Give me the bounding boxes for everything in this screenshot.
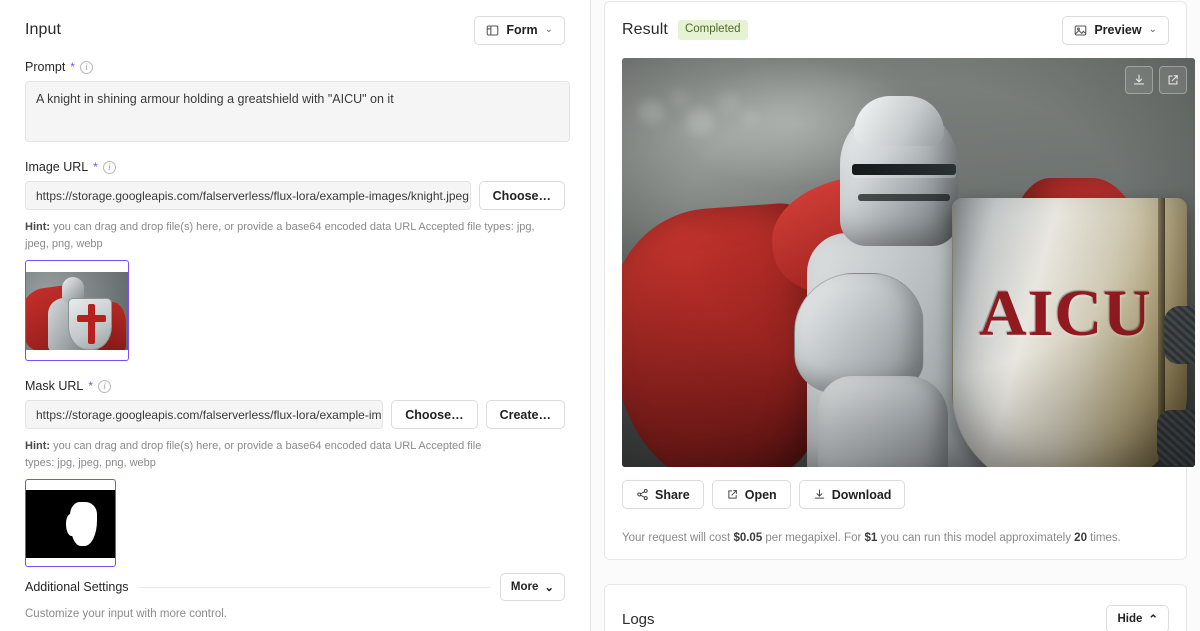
mask-url-label-text: Mask URL xyxy=(25,379,84,393)
hint-label: Hint: xyxy=(25,440,51,452)
image-overlay-actions xyxy=(1125,66,1187,94)
image-icon xyxy=(1074,24,1087,37)
hint-text: you can drag and drop file(s) here, or p… xyxy=(25,440,482,469)
required-asterisk: * xyxy=(93,160,98,174)
external-link-icon xyxy=(726,488,739,501)
page-title: Input xyxy=(25,21,62,38)
download-button[interactable]: Download xyxy=(798,480,906,509)
image-choose-button[interactable]: Choose… xyxy=(478,181,565,210)
chevron-down-icon: ⌄ xyxy=(1148,24,1157,35)
input-panel: Input Form ⌄ Prompt* i A knight in shin xyxy=(0,0,591,631)
divider xyxy=(138,586,490,588)
additional-settings-row: Additional Settings More ⌄ xyxy=(25,573,565,601)
download-icon[interactable] xyxy=(1125,66,1153,94)
more-settings-label: More xyxy=(510,581,539,593)
prompt-field: Prompt * i A knight in shining armour hol… xyxy=(25,60,570,142)
chevron-up-icon: ⌃ xyxy=(1148,614,1158,626)
result-card: Result Completed Preview ⌄ Share Open Do… xyxy=(604,1,1195,560)
prompt-label-text: Prompt xyxy=(25,60,66,74)
image-vignette xyxy=(622,58,1195,467)
mask-url-input[interactable]: https://storage.googleapis.com/falserver… xyxy=(25,400,384,429)
app-root: Input Form ⌄ Prompt* i A knight in shin xyxy=(0,0,1200,631)
result-image[interactable]: AICU xyxy=(622,58,1195,467)
hint-text: you can drag and drop file(s) here, or p… xyxy=(25,221,535,250)
additional-settings-section: Additional Settings More ⌄ Customize you… xyxy=(25,573,565,620)
image-url-label-text: Image URL xyxy=(25,160,89,174)
share-icon xyxy=(636,488,649,501)
preview-view-button-label: Preview xyxy=(1094,22,1142,37)
required-asterisk: * xyxy=(88,379,94,393)
logs-title: Logs xyxy=(622,610,655,628)
mask-url-input-row: https://storage.googleapis.com/falserver… xyxy=(25,400,565,429)
info-icon[interactable]: i xyxy=(102,160,116,174)
input-panel-header: Input Form ⌄ xyxy=(25,0,565,52)
form-view-button[interactable]: Form ⌄ xyxy=(474,15,565,45)
status-badge: Completed xyxy=(677,20,748,40)
cost-note-part1: Your request will cost xyxy=(622,532,734,544)
logs-card: Logs Hide ⌃ xyxy=(604,584,1187,631)
additional-settings-subtitle: Customize your input with more control. xyxy=(25,608,227,620)
open-external-icon[interactable] xyxy=(1159,66,1187,94)
info-icon[interactable]: i xyxy=(98,379,112,393)
image-url-input[interactable]: https://storage.googleapis.com/falserver… xyxy=(25,181,471,210)
result-action-buttons: Share Open Download xyxy=(622,480,1169,509)
mask-create-button[interactable]: Create… xyxy=(485,400,565,429)
logs-hide-label: Hide xyxy=(1117,613,1143,625)
chevron-down-icon: ⌄ xyxy=(544,24,553,35)
cost-dollar: $1 xyxy=(864,532,878,544)
result-title: Result xyxy=(622,20,668,38)
cost-note-part3: you can run this model approximately xyxy=(877,532,1075,544)
open-button[interactable]: Open xyxy=(711,480,791,509)
result-panel: Result Completed Preview ⌄ Share Open Do… xyxy=(591,0,1200,631)
mask-url-field: Mask URL * i https://storage.googleapis.c… xyxy=(25,379,565,567)
mask-thumbnail-art xyxy=(26,490,115,558)
image-url-hint: Hint: you can drag and drop file(s) here… xyxy=(25,219,555,252)
mask-url-hint: Hint: you can drag and drop file(s) here… xyxy=(25,438,485,471)
form-view-button-label: Form xyxy=(506,22,538,37)
additional-settings-title: Additional Settings xyxy=(25,580,129,594)
result-header-left: Result Completed xyxy=(622,20,748,40)
cost-note-part4: times. xyxy=(1086,532,1121,544)
open-button-label: Open xyxy=(744,487,777,502)
download-button-label: Download xyxy=(831,487,892,502)
chevron-down-icon: ⌄ xyxy=(544,582,554,594)
image-url-field: Image URL * i https://storage.googleapis.… xyxy=(25,160,565,361)
mask-url-label: Mask URL * i xyxy=(25,379,565,393)
mask-choose-button[interactable]: Choose… xyxy=(391,400,478,429)
cost-note: Your request will cost $0.05 per megapix… xyxy=(622,532,1169,544)
preview-view-button[interactable]: Preview ⌄ xyxy=(1062,15,1169,45)
required-asterisk: * xyxy=(70,60,75,74)
knight-thumbnail-art xyxy=(26,272,128,350)
cost-price: $0.05 xyxy=(733,532,763,544)
logs-hide-button[interactable]: Hide ⌃ xyxy=(1106,605,1169,631)
layout-icon xyxy=(486,24,499,37)
result-card-header: Result Completed Preview ⌄ xyxy=(622,2,1169,58)
share-button[interactable]: Share xyxy=(622,480,704,509)
cost-note-part2: per megapixel. For xyxy=(762,532,865,544)
info-icon[interactable]: i xyxy=(79,60,93,74)
prompt-label: Prompt * i xyxy=(25,60,565,74)
share-button-label: Share xyxy=(655,487,690,502)
image-url-input-row: https://storage.googleapis.com/falserver… xyxy=(25,181,565,210)
mask-thumbnail[interactable] xyxy=(25,479,116,567)
image-thumbnail[interactable] xyxy=(25,260,129,361)
more-settings-button[interactable]: More ⌄ xyxy=(499,573,565,601)
download-icon xyxy=(813,488,826,501)
image-url-label: Image URL * i xyxy=(25,160,565,174)
prompt-input[interactable]: A knight in shining armour holding a gre… xyxy=(25,81,570,142)
hint-label: Hint: xyxy=(25,221,51,233)
cost-count: 20 xyxy=(1074,532,1087,544)
